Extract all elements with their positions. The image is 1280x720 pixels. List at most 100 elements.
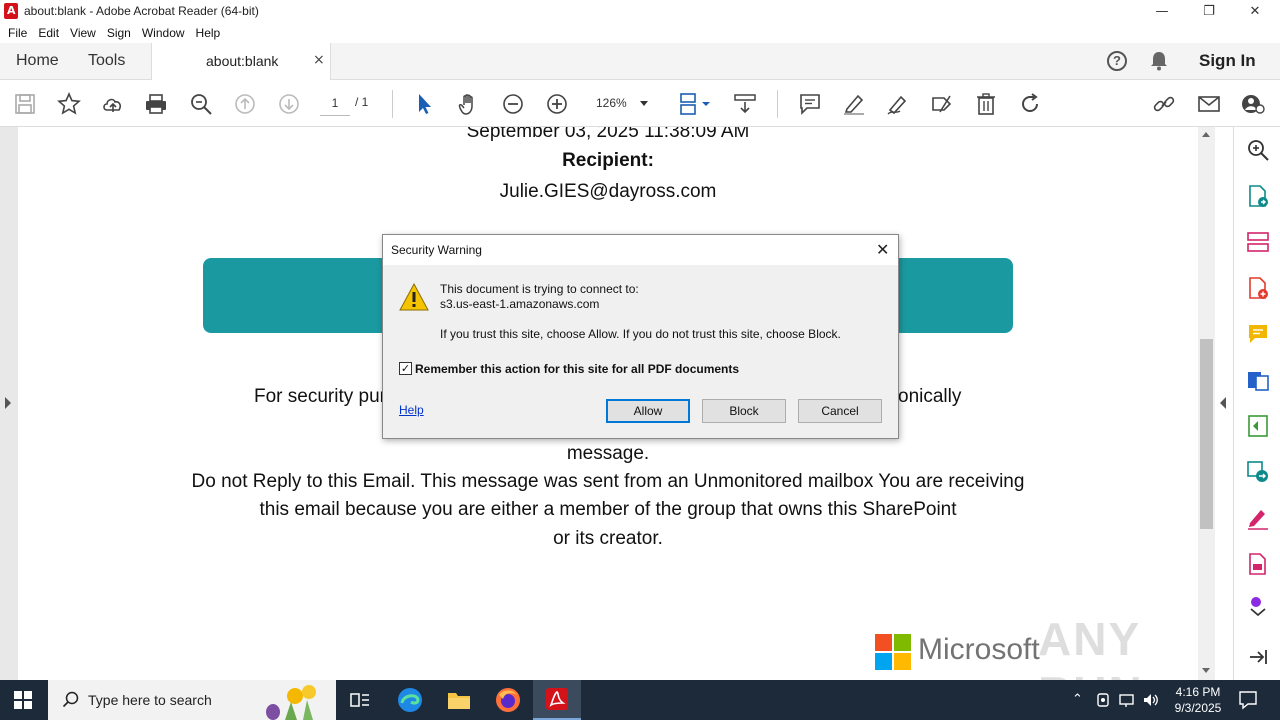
tray-overflow-icon[interactable]: ⌃ [1072,692,1083,707]
warning-icon [399,282,429,311]
fill-sign-icon[interactable] [1246,506,1270,530]
export-pdf-icon[interactable] [1246,184,1270,208]
organize-pages-icon[interactable] [1246,230,1270,254]
tray-security-icon[interactable] [1096,692,1110,708]
doc-message-line: message. [566,443,650,464]
convert-icon[interactable] [1246,460,1270,484]
anyrun-watermark: ANY RUN [1038,613,1142,680]
menu-sign[interactable]: Sign [107,26,131,40]
block-button[interactable]: Block [702,399,786,423]
clock-time: 4:16 PM [1175,685,1221,699]
right-pane-collapse-icon[interactable] [1220,397,1226,409]
scroll-down-icon[interactable] [1202,668,1210,673]
hand-tool-icon[interactable] [457,92,481,116]
toolbar-divider [777,90,778,118]
upload-cloud-icon[interactable] [101,92,125,116]
acrobat-taskbar-icon[interactable] [533,680,581,720]
menu-window[interactable]: Window [142,26,185,40]
doc-noreply-line-2: this email because you are either a memb… [259,499,957,520]
email-icon[interactable] [1197,92,1221,116]
select-cursor-icon[interactable] [413,92,437,116]
zoom-search-icon[interactable] [189,92,213,116]
right-pane-toggle[interactable] [1215,127,1233,680]
page-display-icon[interactable] [678,92,712,116]
window-title: about:blank - Adobe Acrobat Reader (64-b… [24,4,259,18]
zoom-out-icon[interactable] [501,92,525,116]
dialog-title-bar: Security Warning ✕ [383,235,898,265]
scroll-mode-icon[interactable] [733,92,757,116]
zoom-level-select[interactable]: 126% [584,92,658,116]
page-number-input[interactable]: 1 [320,92,350,116]
tab-home[interactable]: Home [16,52,59,70]
edit-text-icon[interactable] [930,92,954,116]
vertical-scrollbar[interactable] [1198,127,1215,680]
menu-help[interactable]: Help [196,26,221,40]
system-clock[interactable]: 4:16 PM 9/3/2025 [1166,684,1230,716]
tab-document[interactable]: about:blank × [151,43,331,81]
draw-icon[interactable] [886,92,910,116]
tab-close-icon[interactable]: × [313,52,325,68]
combine-files-icon[interactable] [1246,368,1270,392]
comment-tool-icon[interactable] [1246,322,1270,346]
collapse-pane-icon[interactable] [1246,645,1270,669]
search-zoom-icon[interactable] [1246,138,1270,162]
link-share-icon[interactable] [1152,92,1176,116]
more-tools-icon[interactable] [1246,594,1270,618]
task-view-icon[interactable] [336,680,384,720]
microsoft-logo-icon [875,634,911,670]
next-page-icon[interactable] [277,92,301,116]
search-placeholder: Type here to search [88,692,212,708]
allow-button[interactable]: Allow [606,399,690,423]
firefox-icon[interactable] [484,680,532,720]
zoom-in-icon[interactable] [545,92,569,116]
notification-bell-icon[interactable] [1150,51,1168,71]
microsoft-brand-text: Microsoft [918,633,1040,666]
save-icon[interactable] [13,92,37,116]
restore-button[interactable]: ❐ [1186,0,1232,22]
network-icon[interactable] [1118,692,1136,708]
toolbar: 1 / 1 126% [0,80,1280,127]
menu-edit[interactable]: Edit [38,26,59,40]
menu-view[interactable]: View [70,26,96,40]
cancel-button[interactable]: Cancel [798,399,882,423]
star-icon[interactable] [57,92,81,116]
dialog-help-link[interactable]: Help [399,403,424,417]
remember-checkbox[interactable]: ✓ [399,362,412,375]
rotate-icon[interactable] [1018,92,1042,116]
remember-checkbox-label[interactable]: Remember this action for this site for a… [415,362,739,376]
dialog-close-icon[interactable]: ✕ [876,240,889,259]
doc-security-text-left: For security pur [254,386,386,407]
highlight-pen-icon[interactable] [842,92,866,116]
toolbar-divider [392,90,393,118]
doc-security-text-right: onically [898,386,962,407]
account-question-icon[interactable] [1241,92,1265,116]
edge-browser-icon[interactable] [386,680,434,720]
doc-noreply-line-3: or its creator. [553,528,663,549]
action-center-icon[interactable] [1238,690,1258,710]
minimize-button[interactable]: — [1139,0,1185,22]
close-window-button[interactable]: ✕ [1232,0,1278,22]
menu-bar: File Edit View Sign Window Help [0,22,1280,43]
dialog-message-line-3: If you trust this site, choose Allow. If… [440,327,841,341]
scroll-up-icon[interactable] [1202,132,1210,137]
dialog-host: s3.us-east-1.amazonaws.com [440,297,600,311]
create-pdf-icon[interactable] [1246,276,1270,300]
volume-icon[interactable] [1142,692,1160,708]
tab-tools[interactable]: Tools [88,52,125,70]
windows-start-icon[interactable] [14,691,32,709]
print-icon[interactable] [144,92,168,116]
help-icon[interactable]: ? [1107,51,1127,71]
sign-in-button[interactable]: Sign In [1199,51,1256,71]
comment-icon[interactable] [798,92,822,116]
compress-pdf-icon[interactable] [1246,414,1270,438]
scrollbar-thumb[interactable] [1200,339,1213,529]
previous-page-icon[interactable] [233,92,257,116]
dialog-message-line-1: This document is trying to connect to: [440,282,639,296]
delete-trash-icon[interactable] [974,92,998,116]
file-explorer-icon[interactable] [435,680,483,720]
left-pane-expand-icon[interactable] [5,397,11,409]
menu-file[interactable]: File [8,26,27,40]
edit-pdf-icon[interactable] [1246,552,1270,576]
search-highlight-flowers-icon [266,685,316,720]
clock-date: 9/3/2025 [1174,701,1222,715]
